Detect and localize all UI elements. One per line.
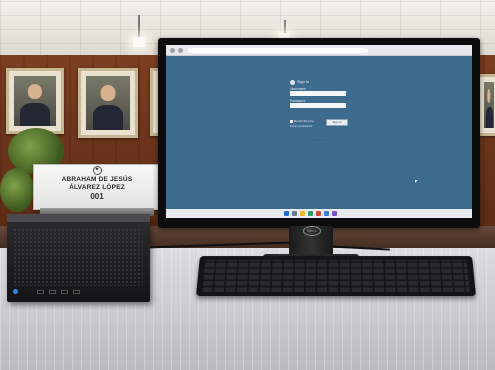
back-icon: [170, 48, 175, 53]
remember-checkbox: [290, 120, 293, 123]
plant: [0, 168, 34, 212]
app-icon: [316, 211, 321, 216]
usb-port: [49, 290, 56, 294]
seal-icon: ✦: [92, 166, 102, 175]
tower-grille: [13, 228, 143, 286]
usb-port: [61, 290, 68, 294]
app-icon: [324, 211, 329, 216]
photo-scene: ✦ ABRAHAM DE JESÚS ÁLVAREZ LÓPEZ 001 Sig…: [0, 0, 495, 370]
usb-port: [37, 290, 44, 294]
nameplate: ✦ ABRAHAM DE JESÚS ÁLVAREZ LÓPEZ 001: [33, 164, 161, 210]
lamp-stem: [138, 15, 140, 39]
dell-logo: DELL: [303, 226, 321, 236]
keyboard: [196, 256, 476, 296]
address-bar: [188, 48, 368, 53]
username-input: [290, 91, 346, 96]
remember-label: Remember me: [294, 119, 314, 123]
nameplate-line-2: ÁLVAREZ LÓPEZ: [69, 184, 125, 191]
monitor-screen: Sign in Username Password Remember me Fo…: [166, 45, 472, 218]
reload-icon: [178, 48, 183, 53]
search-icon: [292, 211, 297, 216]
footer-links: · · · · · ·: [313, 140, 325, 144]
mouse-cursor-icon: [415, 180, 418, 183]
nameplate-number: 001: [90, 192, 104, 201]
power-led-icon: [13, 289, 18, 294]
login-brand: Sign in: [297, 79, 310, 84]
usb-port: [73, 290, 80, 294]
tower-top-panel: [7, 214, 150, 222]
browser-toolbar: [166, 45, 472, 56]
app-icon: [332, 211, 337, 216]
folder-icon: [300, 211, 305, 216]
windows-start-icon: [284, 211, 289, 216]
taskbar: [166, 209, 472, 218]
nameplate-line-1: ABRAHAM DE JESÚS: [61, 176, 133, 183]
login-button: Sign in: [326, 119, 348, 126]
pc-tower: [7, 214, 150, 302]
logo-icon: [290, 80, 295, 85]
portrait-left: [6, 68, 64, 134]
ceiling-lamp: [133, 37, 145, 47]
portrait-center: [78, 68, 138, 138]
keyboard-keys: [202, 259, 470, 293]
footer-links: · · · · · · · · · ·: [310, 135, 328, 139]
forgot-link: Forgot password: [290, 124, 313, 128]
password-input: [290, 103, 346, 108]
browser-icon: [308, 211, 313, 216]
